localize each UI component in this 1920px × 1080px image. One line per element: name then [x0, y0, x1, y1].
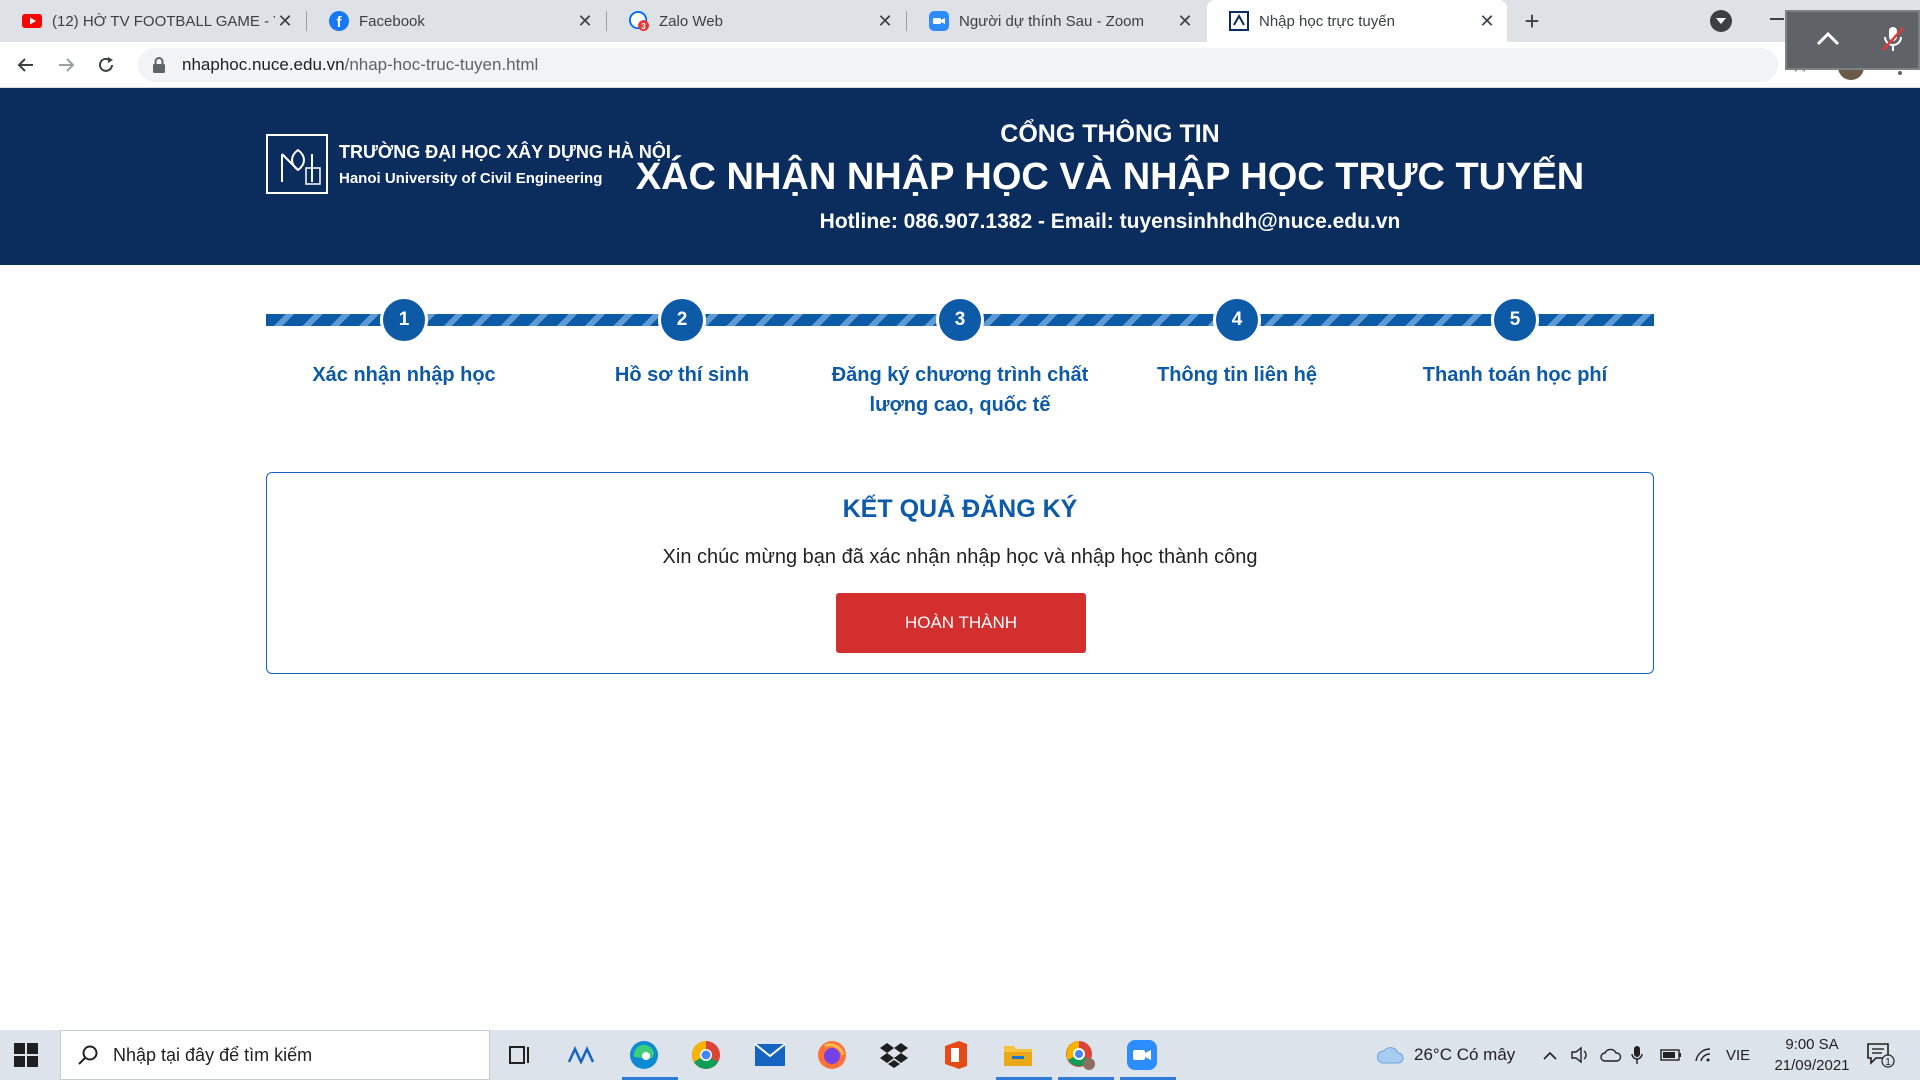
search-placeholder: Nhập tại đây để tìm kiếm — [113, 1044, 313, 1065]
step-number: 4 — [1213, 296, 1261, 344]
url-path: /nhap-hoc-truc-tuyen.html — [344, 55, 539, 74]
step-label: Đăng ký chương trình chất lượng cao, quố… — [831, 364, 1089, 416]
zoom-icon — [929, 11, 949, 31]
mail-app-icon[interactable] — [748, 1035, 792, 1075]
clock-time: 9:00 SA — [1785, 1036, 1839, 1053]
step-5[interactable]: 5 Thanh toán học phí — [1385, 296, 1645, 390]
step-number: 2 — [658, 296, 706, 344]
hotline-text: Hotline: 086.907.1382 - Email: tuyensinh… — [819, 210, 1401, 233]
tab-title: Zalo Web — [659, 12, 723, 30]
forward-arrow-icon — [59, 58, 75, 72]
browser-tab-strip: (12) HỜ TV FOOTBALL GAME - Yo ✕ f Facebo… — [0, 0, 1920, 42]
edge-app-icon[interactable] — [622, 1035, 678, 1080]
weather-text: 26°C Có mây — [1414, 1045, 1516, 1064]
nuce-icon — [1229, 11, 1249, 31]
clock[interactable]: 9:00 SA 21/09/2021 — [1762, 1034, 1862, 1076]
taskbar-search-input[interactable]: Nhập tại đây để tìm kiếm — [60, 1030, 490, 1080]
tab-zalo[interactable]: 3 Zalo Web ✕ — [607, 0, 905, 42]
notification-center-icon[interactable]: 1 — [1866, 1042, 1896, 1068]
tray-chevron-up-icon[interactable] — [1542, 1030, 1558, 1080]
vtv-app-icon[interactable] — [562, 1035, 606, 1075]
weather-widget[interactable]: 26°C Có mây — [1376, 1030, 1515, 1080]
tab-facebook[interactable]: f Facebook ✕ — [307, 0, 605, 42]
facebook-icon: f — [329, 11, 349, 31]
chevron-up-icon[interactable] — [1815, 26, 1841, 52]
lock-icon — [153, 57, 165, 73]
step-4[interactable]: 4 Thông tin liên hệ — [1107, 296, 1367, 390]
university-logo[interactable] — [266, 134, 328, 194]
back-arrow-icon — [17, 58, 33, 72]
site-header: TRƯỜNG ĐẠI HỌC XÂY DỰNG HÀ NỘI Hanoi Uni… — [0, 88, 1920, 265]
result-message: Xin chúc mừng bạn đã xác nhận nhập học v… — [662, 546, 1258, 568]
step-label: Hồ sơ thí sinh — [614, 364, 750, 386]
notification-count: 1 — [1885, 1057, 1891, 1068]
result-title: KẾT QUẢ ĐĂNG KÝ — [842, 495, 1078, 523]
volume-icon[interactable] — [1570, 1030, 1590, 1080]
header-subtitle: CỔNG THÔNG TIN — [1000, 120, 1220, 148]
tab-title: Nhập học trực tuyến — [1259, 12, 1395, 30]
zalo-icon: 3 — [629, 11, 649, 31]
microphone-icon[interactable] — [1630, 1030, 1644, 1080]
wifi-icon[interactable] — [1694, 1030, 1714, 1080]
forward-button[interactable] — [52, 51, 80, 79]
tab-youtube[interactable]: (12) HỜ TV FOOTBALL GAME - Yo ✕ — [0, 0, 305, 42]
step-label: Thanh toán học phí — [1422, 364, 1608, 386]
language-indicator[interactable]: VIE — [1726, 1030, 1750, 1080]
office-app-icon[interactable] — [934, 1035, 978, 1075]
new-tab-button[interactable]: + — [1518, 8, 1546, 36]
onedrive-cloud-icon[interactable] — [1600, 1030, 1622, 1080]
close-tab-icon[interactable]: ✕ — [275, 11, 295, 31]
step-2[interactable]: 2 Hồ sơ thí sinh — [552, 296, 812, 390]
firefox-app-icon[interactable] — [810, 1035, 854, 1075]
page-title: XÁC NHẬN NHẬP HỌC VÀ NHẬP HỌC TRỰC TUYẾN — [635, 156, 1585, 198]
tab-nhap-hoc[interactable]: Nhập học trực tuyến ✕ — [1207, 0, 1507, 42]
dropbox-app-icon[interactable] — [872, 1035, 916, 1075]
muted-mic-icon[interactable] — [1879, 24, 1907, 54]
step-number: 5 — [1491, 296, 1539, 344]
url-host: nhaphoc.nuce.edu.vn — [182, 55, 345, 74]
url-text: nhaphoc.nuce.edu.vn/nhap-hoc-truc-tuyen.… — [182, 55, 538, 75]
minimize-icon[interactable] — [1770, 18, 1784, 20]
finish-button[interactable]: HOÀN THÀNH — [836, 593, 1086, 653]
step-number: 1 — [380, 296, 428, 344]
step-1[interactable]: 1 Xác nhận nhập học — [274, 296, 534, 390]
chrome-app-icon[interactable] — [684, 1035, 728, 1075]
tab-search-icon[interactable] — [1710, 10, 1732, 32]
close-tab-icon[interactable]: ✕ — [575, 11, 595, 31]
tab-zoom[interactable]: Người dự thính Sau - Zoom ✕ — [907, 0, 1205, 42]
close-tab-icon[interactable]: ✕ — [875, 11, 895, 31]
cloud-icon — [1377, 1047, 1404, 1064]
close-tab-icon[interactable]: ✕ — [1175, 11, 1195, 31]
school-name-en: Hanoi University of Civil Engineering — [339, 170, 603, 187]
browser-toolbar: nhaphoc.nuce.edu.vn/nhap-hoc-truc-tuyen.… — [0, 42, 1920, 88]
youtube-icon — [22, 11, 42, 31]
search-icon — [78, 1045, 98, 1065]
zoom-app-icon[interactable] — [1120, 1035, 1176, 1080]
close-tab-icon[interactable]: ✕ — [1477, 11, 1497, 31]
task-view-icon[interactable] — [498, 1035, 542, 1075]
tab-title: Facebook — [359, 12, 425, 30]
windows-taskbar: Nhập tại đây để tìm kiếm 26°C Có mây VIE… — [0, 1030, 1920, 1080]
zalo-badge: 3 — [641, 22, 646, 31]
back-button[interactable] — [12, 51, 40, 79]
chrome-profile-app-icon[interactable] — [1058, 1035, 1114, 1080]
battery-icon[interactable] — [1660, 1030, 1682, 1080]
step-label: Thông tin liên hệ — [1157, 364, 1317, 386]
reload-icon — [99, 57, 113, 72]
file-explorer-icon[interactable] — [996, 1035, 1052, 1080]
step-3[interactable]: 3 Đăng ký chương trình chất lượng cao, q… — [830, 296, 1090, 420]
zoom-mini-window[interactable] — [1785, 10, 1920, 70]
windows-start-icon[interactable] — [14, 1043, 38, 1067]
reload-button[interactable] — [92, 51, 120, 79]
tab-title: (12) HỜ TV FOOTBALL GAME - Yo — [52, 12, 275, 30]
tab-title: Người dự thính Sau - Zoom — [959, 12, 1144, 30]
step-number: 3 — [936, 296, 984, 344]
clock-date: 21/09/2021 — [1774, 1057, 1850, 1074]
result-card: KẾT QUẢ ĐĂNG KÝ Xin chúc mừng bạn đã xác… — [266, 472, 1654, 674]
address-bar[interactable]: nhaphoc.nuce.edu.vn/nhap-hoc-truc-tuyen.… — [138, 48, 1778, 82]
step-label: Xác nhận nhập học — [312, 364, 496, 386]
